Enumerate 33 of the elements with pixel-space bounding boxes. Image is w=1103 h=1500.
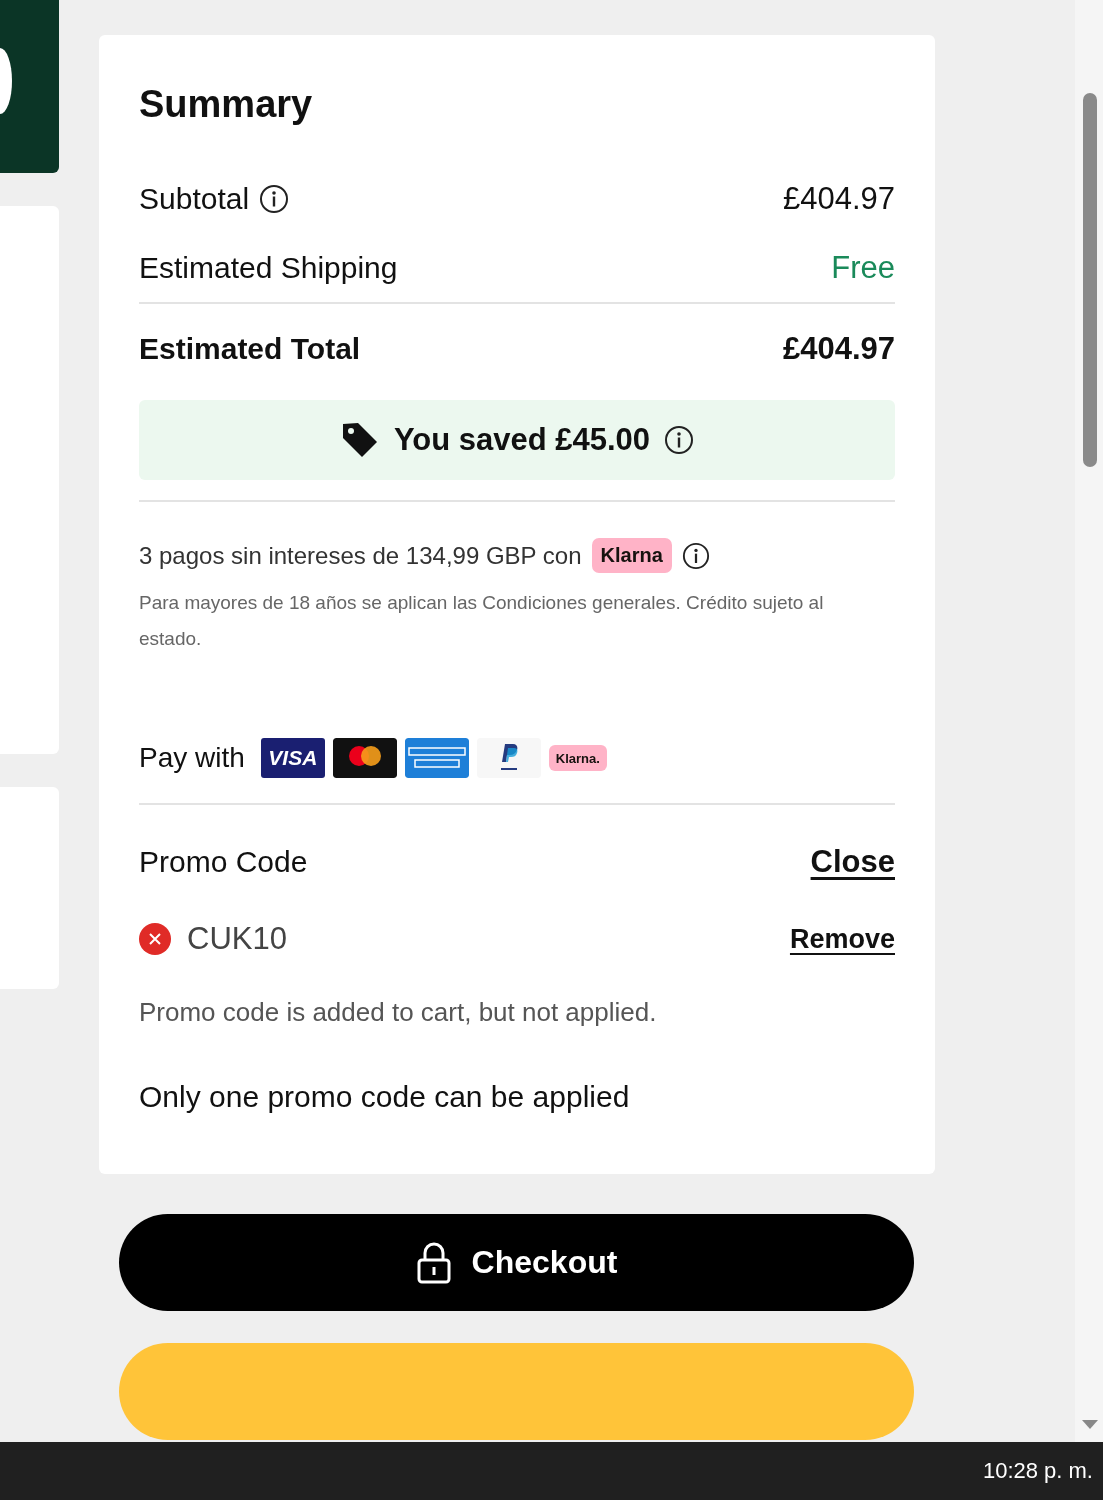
savings-text: You saved £45.00 [393, 422, 651, 458]
mastercard-logo [332, 738, 397, 778]
row-label: Estimated Total [139, 332, 361, 366]
amex-logo [404, 738, 469, 778]
info-icon[interactable] [681, 541, 710, 570]
pay-with-label: Pay with [139, 742, 245, 774]
row-label: Estimated Shipping [139, 250, 398, 285]
scroll-down-icon[interactable] [1082, 1420, 1098, 1430]
lock-icon [415, 1241, 452, 1284]
klarna-disclaimer: Para mayores de 18 años se aplican las Condiciones generales. Crédito sujeto al estado. [139, 591, 825, 651]
promo-code: CUK10 [187, 921, 287, 957]
row-value: £404.97 [782, 180, 895, 217]
info-icon[interactable] [664, 425, 695, 455]
info-icon[interactable] [259, 183, 290, 214]
row-label: Subtotal [139, 181, 250, 216]
summary-title: Summary [139, 83, 314, 126]
paypal-logo [476, 738, 541, 778]
checkout-button[interactable]: Checkout [119, 1214, 914, 1311]
taskbar-clock[interactable]: 10:28 p. m. [982, 1458, 1093, 1484]
klarna-badge: Klarna [591, 538, 672, 573]
visa-logo: VISA [260, 738, 325, 778]
klarna-logo: Klarna. [548, 745, 607, 771]
row-value: £404.97 [782, 331, 895, 367]
remove-link[interactable]: Remove [789, 923, 895, 955]
promo-note: Only one promo code can be applied [139, 1080, 631, 1114]
installments-text: 3 pagos sin intereses de 134,99 GBP con [139, 541, 582, 570]
promo-message: Promo code is added to cart, but not applied. [139, 997, 658, 1028]
row-value: Free [831, 249, 895, 286]
scrollbar-thumb[interactable] [1083, 93, 1097, 467]
promo-title: Promo Code [139, 845, 308, 879]
banner-shape-icon [0, 46, 14, 116]
close-link[interactable]: Close [810, 844, 895, 880]
scrollbar[interactable] [1075, 0, 1103, 1442]
